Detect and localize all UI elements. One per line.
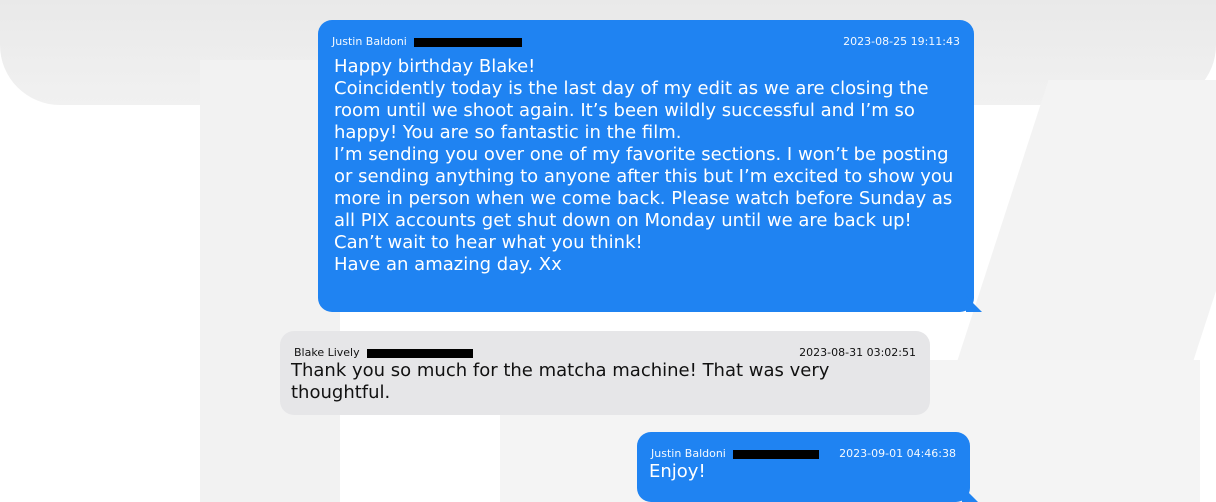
redaction-bar xyxy=(414,37,523,47)
message-sender: Blake Lively xyxy=(294,346,474,360)
message-timestamp: 2023-08-31 03:02:51 xyxy=(799,346,916,359)
message-text: Happy birthday Blake! Coincidently today… xyxy=(334,56,954,275)
redaction-bar xyxy=(733,449,820,459)
message-sender: Justin Baldoni xyxy=(651,447,820,461)
message-bubble-sent: Justin Baldoni 2023-08-25 19:11:43 Happy… xyxy=(318,20,982,312)
message-sender: Justin Baldoni xyxy=(332,35,523,49)
message-text: Enjoy! xyxy=(649,461,706,482)
sender-name: Justin Baldoni xyxy=(651,447,726,460)
sender-name: Blake Lively xyxy=(294,346,360,359)
message-timestamp: 2023-09-01 04:46:38 xyxy=(839,447,956,460)
redaction-bar xyxy=(367,348,474,358)
message-text: Thank you so much for the matcha machine… xyxy=(291,360,836,403)
message-bubble-received: Blake Lively 2023-08-31 03:02:51 Thank y… xyxy=(280,331,930,415)
sender-name: Justin Baldoni xyxy=(332,35,407,48)
message-timestamp: 2023-08-25 19:11:43 xyxy=(843,35,960,48)
message-bubble-sent: Justin Baldoni 2023-09-01 04:46:38 Enjoy… xyxy=(637,432,978,502)
